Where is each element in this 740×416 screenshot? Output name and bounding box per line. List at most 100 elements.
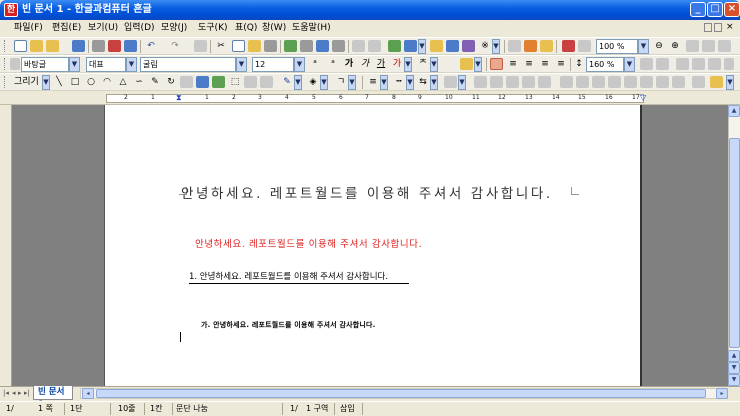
font-size-combo[interactable]: 12	[252, 57, 294, 72]
document-page[interactable]: 안녕하세요. 레포트월드를 이용해 주셔서 감사합니다. 안녕하세요. 레포트월…	[104, 105, 642, 386]
toolbar-grip[interactable]	[4, 76, 7, 88]
menu-file[interactable]: 파일(F)	[14, 22, 43, 35]
brightness-icon[interactable]	[640, 76, 653, 88]
numbering-icon[interactable]	[692, 58, 705, 70]
size-dropdown-icon[interactable]: ▼	[294, 57, 305, 72]
memo-icon[interactable]	[540, 40, 553, 52]
bold-icon[interactable]: 가	[342, 58, 356, 70]
vertical-ruler[interactable]	[0, 105, 12, 386]
bullets-icon[interactable]	[676, 58, 689, 70]
page-up-icon[interactable]: ▲	[728, 350, 740, 362]
freeform-icon[interactable]: ↻	[164, 76, 178, 88]
align-left-icon[interactable]: ≡	[506, 58, 520, 70]
document-tab[interactable]: 빈 문서 1	[33, 386, 73, 410]
flip-icon[interactable]	[538, 76, 551, 88]
fill-color-icon[interactable]: ◈	[306, 76, 320, 88]
preview-icon[interactable]	[108, 40, 121, 52]
back-icon[interactable]	[490, 76, 503, 88]
align-justify-icon[interactable]	[490, 58, 503, 70]
shadow-icon[interactable]	[444, 76, 457, 88]
select-icon[interactable]: ⬚	[228, 76, 242, 88]
ungroup-icon[interactable]	[260, 76, 273, 88]
line-dash-dropdown-icon[interactable]: ▼	[406, 75, 414, 90]
hyperlink-icon[interactable]	[352, 40, 365, 52]
rectangle-icon[interactable]: □	[68, 76, 82, 88]
app-icon[interactable]: 한	[4, 3, 18, 17]
tab-next-icon[interactable]: ▸	[18, 389, 22, 398]
zoom-dropdown-icon[interactable]: ▼	[638, 39, 649, 54]
textart-icon[interactable]	[462, 40, 475, 52]
size-down-icon[interactable]: ᵃ	[326, 58, 340, 70]
save-icon[interactable]	[72, 40, 85, 52]
print-icon[interactable]	[92, 40, 105, 52]
line-spacing-dropdown-icon[interactable]: ▼	[624, 57, 635, 72]
superscript-icon[interactable]: ᄎ	[416, 58, 430, 70]
scroll-left-icon[interactable]: ◂	[82, 388, 94, 399]
symbol-icon[interactable]: ※	[478, 40, 492, 52]
rotate-icon[interactable]	[522, 76, 535, 88]
outline-icon[interactable]	[708, 58, 721, 70]
draw-dropdown-icon[interactable]: ▼	[42, 75, 50, 90]
line-dash-icon[interactable]: ┅	[392, 76, 406, 88]
size-up-icon[interactable]: ᵃ	[308, 58, 322, 70]
font-color-icon[interactable]: 가	[390, 58, 404, 70]
style-combo[interactable]: 바탕글	[21, 57, 69, 72]
curve-icon[interactable]: ∽	[132, 76, 146, 88]
doc-close-icon[interactable]: ×	[726, 22, 734, 32]
tab-first-icon[interactable]: |◂	[3, 389, 9, 398]
anchor-icon[interactable]	[576, 76, 589, 88]
front-icon[interactable]	[474, 76, 487, 88]
symbol-dropdown-icon[interactable]: ▼	[492, 39, 500, 54]
ellipse-icon[interactable]: ○	[84, 76, 98, 88]
draw-more-dropdown-icon[interactable]: ▼	[726, 75, 734, 90]
copy-icon[interactable]	[232, 40, 245, 52]
doc-minimize-icon[interactable]	[704, 23, 712, 32]
size-icon[interactable]	[592, 76, 605, 88]
menu-table[interactable]: 표(Q)	[235, 22, 257, 35]
zoom-in-icon[interactable]: ⊕	[668, 40, 682, 52]
right-margin-marker-icon[interactable]: ▽	[640, 93, 646, 102]
line-color-dropdown-icon[interactable]: ▼	[294, 75, 302, 90]
maximize-button[interactable]: □	[707, 2, 723, 17]
format-copy-icon[interactable]	[264, 40, 277, 52]
contrast-icon[interactable]	[656, 76, 669, 88]
paragraph-red[interactable]: 안녕하세요. 레포트월드를 이용해 주셔서 감사합니다.	[195, 239, 422, 251]
font-color-dropdown-icon[interactable]: ▼	[404, 57, 412, 72]
zoom-out-icon[interactable]: ⊖	[652, 40, 666, 52]
scroll-up-icon[interactable]: ▲	[728, 105, 740, 117]
whole-page-icon[interactable]	[702, 40, 715, 52]
highlight-dropdown-icon[interactable]: ▼	[474, 57, 482, 72]
doc-restore-icon[interactable]	[714, 23, 722, 32]
toolbar-grip[interactable]	[4, 58, 7, 70]
spell-icon[interactable]	[124, 40, 137, 52]
indent-icon[interactable]	[724, 58, 734, 70]
line-style-icon[interactable]: ≡	[366, 76, 380, 88]
minimize-button[interactable]: _	[690, 2, 706, 17]
line-icon[interactable]: ╲	[52, 76, 66, 88]
menu-edit[interactable]: 편집(E)	[52, 22, 81, 35]
page-down-icon[interactable]: ▼	[728, 374, 740, 386]
align-center-icon[interactable]: ≡	[522, 58, 536, 70]
tab-last-icon[interactable]: ▸|	[24, 389, 30, 398]
table-icon[interactable]	[404, 40, 417, 52]
para-shape-icon[interactable]	[300, 40, 313, 52]
horizontal-scroll-thumb[interactable]	[96, 389, 706, 398]
shape-icon[interactable]	[332, 40, 345, 52]
object-props-icon[interactable]	[692, 76, 705, 88]
pen-icon[interactable]: ✎	[148, 76, 162, 88]
polygon-icon[interactable]: △	[116, 76, 130, 88]
cut-icon[interactable]: ✂	[214, 40, 228, 52]
menu-help[interactable]: 도움말(H)	[292, 22, 331, 35]
font-dropdown-icon[interactable]: ▼	[236, 57, 247, 72]
align-objects-icon[interactable]	[506, 76, 519, 88]
table-dropdown-icon[interactable]: ▼	[418, 39, 426, 54]
text-color-dropdown-icon[interactable]: ▼	[348, 75, 356, 90]
caption-icon[interactable]	[608, 76, 621, 88]
menu-window[interactable]: 창(W)	[262, 22, 286, 35]
shadow-dropdown-icon[interactable]: ▼	[458, 75, 466, 90]
two-pages-icon[interactable]	[718, 40, 731, 52]
style-dropdown-icon[interactable]: ▼	[69, 57, 80, 72]
vertical-scroll-thumb[interactable]	[729, 138, 740, 348]
slideshow-icon[interactable]	[562, 40, 575, 52]
open-folder-icon[interactable]	[46, 40, 59, 52]
